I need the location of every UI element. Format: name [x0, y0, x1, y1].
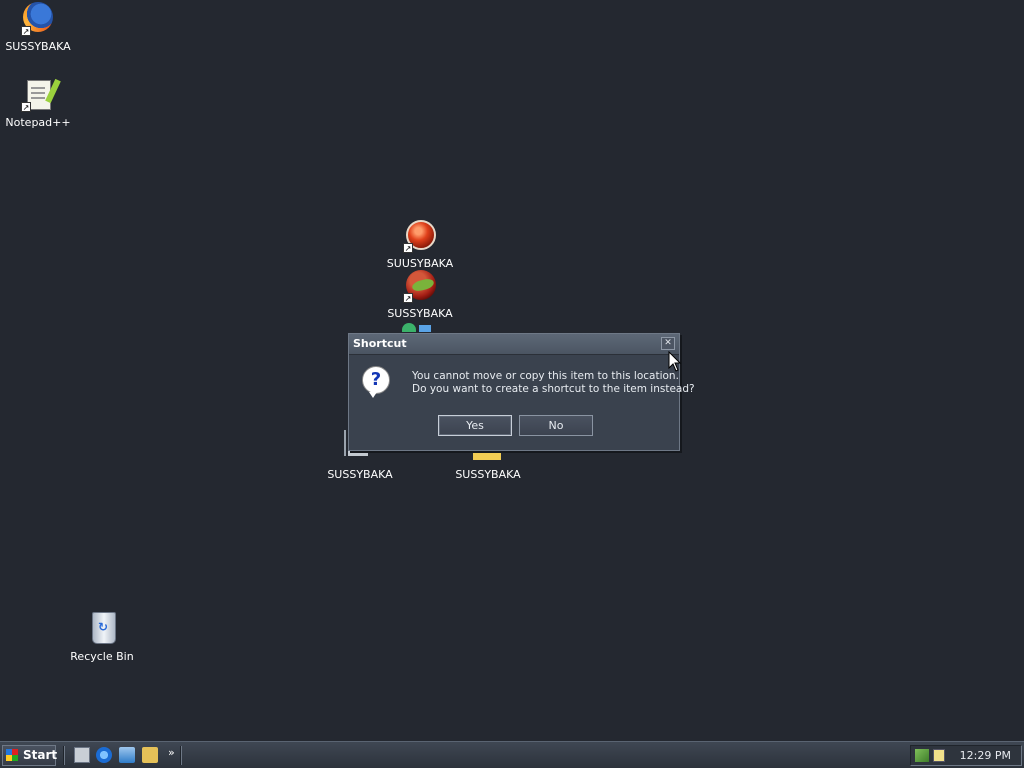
no-button[interactable]: No — [519, 415, 593, 436]
firefox-icon: ↗ — [21, 2, 55, 36]
desktop-icon-sussybaka-firefox[interactable]: ↗ SUSSYBAKA — [0, 2, 76, 53]
shortcut-arrow-icon: ↗ — [21, 102, 31, 112]
taskbar-separator — [63, 746, 65, 765]
dialog-message: You cannot move or copy this item to thi… — [412, 370, 695, 396]
desktop-icon-sussybaka-melon[interactable]: ↗ SUSSYBAKA — [382, 269, 458, 320]
network-globe-icon — [402, 323, 416, 332]
clock[interactable]: 12:29 PM — [960, 749, 1011, 762]
desktop-icon-label: Recycle Bin — [70, 650, 134, 663]
monitor-icon — [419, 325, 431, 332]
shortcut-dialog: Shortcut ✕ ? You cannot move or copy thi… — [348, 333, 695, 451]
yes-button[interactable]: Yes — [438, 415, 512, 436]
recycle-bin-icon — [85, 612, 119, 646]
close-button[interactable]: ✕ — [661, 337, 675, 350]
desktop-icon-sussybaka-folder[interactable]: SUSSYBAKA — [450, 464, 526, 481]
taskbar-separator — [180, 746, 182, 765]
network-tray-icon[interactable] — [915, 749, 929, 762]
folder-icon — [473, 450, 501, 460]
notepad-plus-plus-icon: ↗ — [21, 78, 55, 112]
question-icon: ? — [362, 366, 390, 398]
desktop-icon-suusybaka[interactable]: ↗ SUUSYBAKA — [382, 219, 458, 270]
search-icon[interactable] — [142, 747, 158, 763]
melon-orb-icon: ↗ — [403, 269, 437, 303]
start-button[interactable]: Start — [2, 745, 58, 766]
desktop-icon-label: SUSSYBAKA — [327, 468, 393, 481]
desktop-icon-notepad-plus-plus[interactable]: ↗ Notepad++ — [0, 78, 76, 129]
desktop-icon-recycle-bin[interactable]: Recycle Bin — [64, 612, 140, 663]
shortcut-arrow-icon: ↗ — [403, 243, 413, 253]
shortcut-arrow-icon: ↗ — [21, 26, 31, 36]
taskbar: Start » 12:29 PM — [0, 741, 1024, 768]
dialog-message-line-1: You cannot move or copy this item to thi… — [412, 370, 679, 382]
start-label: Start — [23, 748, 58, 762]
internet-explorer-icon[interactable] — [96, 747, 112, 763]
dialog-title: Shortcut — [353, 337, 407, 350]
shortcut-arrow-icon: ↗ — [403, 293, 413, 303]
system-tray: 12:29 PM — [910, 745, 1022, 766]
notepad-tray-icon[interactable] — [933, 749, 945, 762]
desktop-icon-label: SUSSYBAKA — [387, 307, 453, 320]
quick-launch-more-button[interactable]: » — [168, 746, 175, 759]
mouse-cursor-icon — [668, 351, 682, 372]
outlook-express-icon[interactable] — [119, 747, 135, 763]
dialog-message-line-2: Do you want to create a shortcut to the … — [412, 383, 695, 395]
desktop-icon-label: SUSSYBAKA — [455, 468, 521, 481]
red-orb-icon: ↗ — [403, 219, 437, 253]
dialog-titlebar[interactable]: Shortcut ✕ — [349, 334, 679, 355]
show-desktop-icon[interactable] — [74, 747, 90, 763]
desktop-icon-label: SUSSYBAKA — [5, 40, 71, 53]
desktop-icon-label: Notepad++ — [5, 116, 71, 129]
desktop-icon-sussybaka-computer[interactable]: SUSSYBAKA — [322, 464, 398, 481]
windows-logo-icon — [6, 749, 18, 761]
close-icon: ✕ — [664, 338, 672, 348]
